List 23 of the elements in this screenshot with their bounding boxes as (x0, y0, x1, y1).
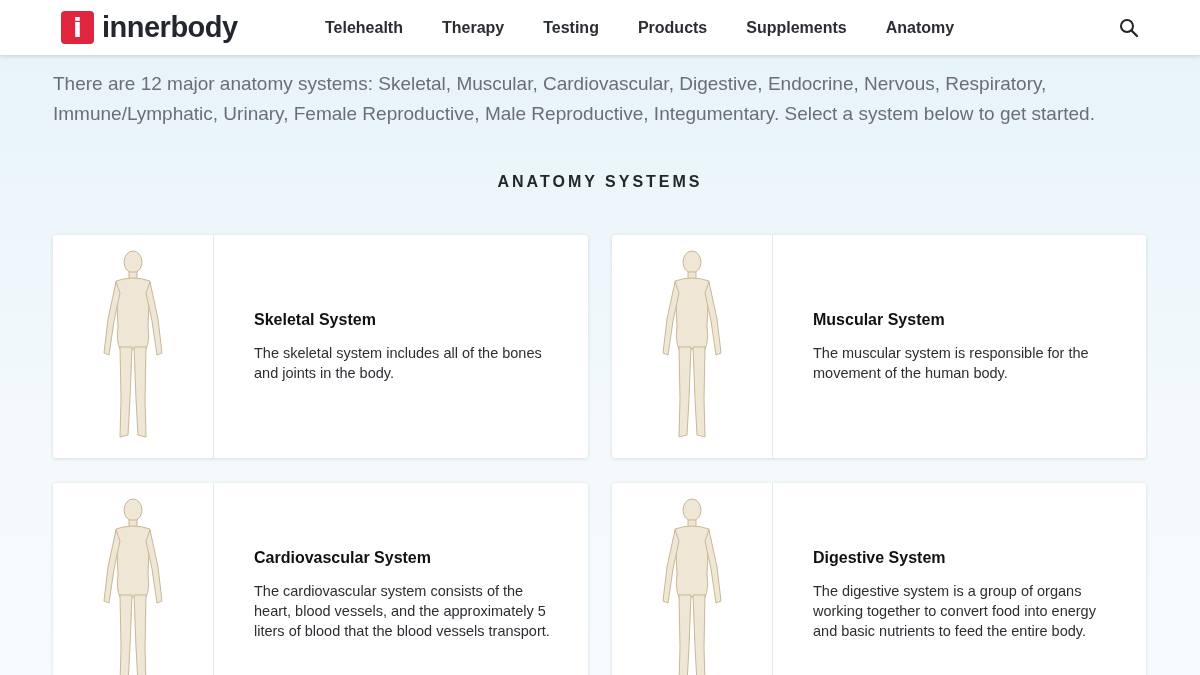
nav-link[interactable]: Products (637, 18, 708, 37)
card-description: The skeletal system includes all of the bones and joints in the body. (254, 343, 543, 383)
search-icon[interactable] (1119, 17, 1139, 38)
card-title: Muscular System (813, 310, 946, 329)
nav-link[interactable]: Therapy (441, 18, 505, 37)
logo-mark[interactable]: i (61, 11, 94, 44)
card-description: The cardiovascular system consists of the heart, blood vessels, and the approximately 5 liters of blood that the blood vessels transport. (254, 581, 551, 641)
system-card[interactable]: Cardiovascular System The cardiovascular system consists of the heart, blood vessels, and the approximately 5 liters of blood that the blood vessels transport. (53, 483, 588, 675)
system-card[interactable]: Skeletal System The skeletal system includes all of the bones and joints in the body. (53, 235, 588, 458)
card-description: The digestive system is a group of organs working together to convert food into energy and basic nutrients to feed the entire body. (813, 581, 1097, 641)
section-heading: ANATOMY SYSTEMS (496, 173, 704, 191)
card-title: Cardiovascular System (254, 548, 432, 567)
card-description: The muscular system is responsible for the movement of the human body. (813, 343, 1090, 383)
card-title: Digestive System (813, 548, 947, 567)
nav-link[interactable]: Anatomy (885, 18, 955, 37)
system-card[interactable]: Digestive System The digestive system is a group of organs working together to convert food into energy and basic nutrients to feed the entire body. (612, 483, 1146, 675)
system-card[interactable]: Muscular System The muscular system is responsible for the movement of the human body. (612, 235, 1146, 458)
logo-text[interactable]: innerbody (102, 11, 238, 44)
nav-link[interactable]: Supplements (746, 18, 847, 37)
intro-paragraph: There are 12 major anatomy systems: Skeletal, Muscular, Cardiovascular, Digestive, Endocrine, Nervous, Respiratory, Immune/Lymphatic, Urinary, Female Reproductive, Male Reproductive, Integumentary. Select a system below to get started. (53, 72, 1096, 126)
card-title: Skeletal System (254, 310, 377, 329)
nav-link[interactable]: Testing (543, 18, 599, 37)
nav-link[interactable]: Telehealth (325, 18, 403, 37)
